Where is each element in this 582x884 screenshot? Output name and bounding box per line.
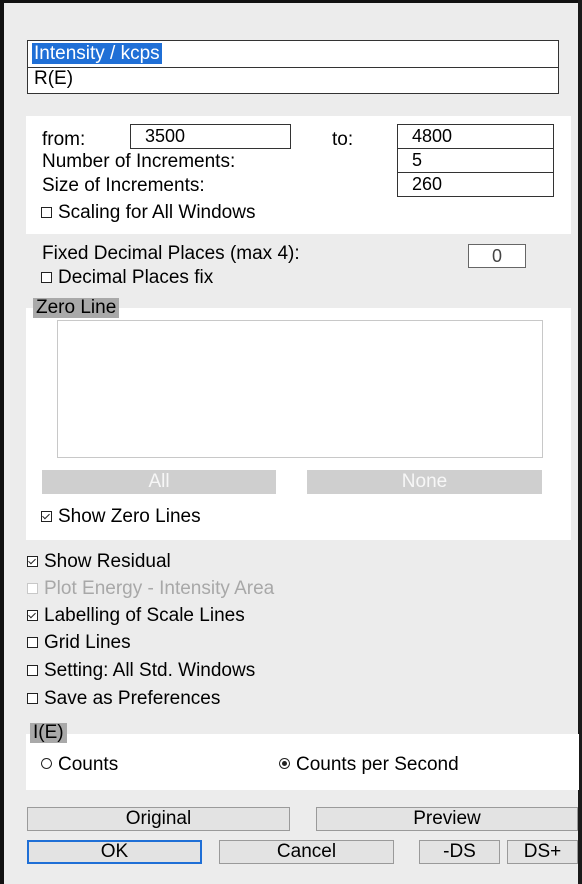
- zero-line-list[interactable]: [57, 320, 543, 458]
- checkbox-disabled-icon: [27, 583, 38, 594]
- axis-list[interactable]: Intensity / kcps R(E): [27, 40, 559, 94]
- checkbox-checked-icon: [27, 610, 38, 621]
- axis-list-divider: [28, 67, 558, 68]
- minus-ds-button[interactable]: -DS: [419, 840, 500, 864]
- labelling-checkbox[interactable]: Labelling of Scale Lines: [27, 605, 245, 627]
- original-button[interactable]: Original: [27, 807, 290, 831]
- all-std-windows-label: Setting: All Std. Windows: [44, 660, 256, 681]
- show-zero-lines-label: Show Zero Lines: [58, 506, 201, 527]
- grid-lines-checkbox[interactable]: Grid Lines: [27, 632, 131, 654]
- show-residual-label: Show Residual: [44, 551, 171, 572]
- radio-icon: [41, 758, 52, 769]
- cancel-button[interactable]: Cancel: [219, 840, 394, 864]
- increments-field[interactable]: 5: [397, 148, 554, 173]
- checkbox-icon: [27, 637, 38, 648]
- radio-selected-icon: [279, 758, 290, 769]
- checkbox-icon: [41, 272, 52, 283]
- cps-label: Counts per Second: [296, 754, 459, 775]
- window-left-edge: [0, 0, 4, 884]
- window-top-edge: [0, 0, 582, 3]
- checkbox-checked-icon: [27, 556, 38, 567]
- checkbox-checked-icon: [41, 511, 52, 522]
- checkbox-icon: [27, 665, 38, 676]
- size-label: Size of Increments:: [42, 175, 205, 196]
- grid-lines-label: Grid Lines: [44, 632, 131, 653]
- axis-list-item-intensity[interactable]: Intensity / kcps: [32, 43, 162, 65]
- decimal-fix-checkbox[interactable]: Decimal Places fix: [41, 267, 213, 289]
- zero-line-title: Zero Line: [33, 298, 120, 318]
- axis-list-item-label: Intensity / kcps: [32, 43, 162, 64]
- fixed-decimals-label: Fixed Decimal Places (max 4):: [42, 243, 300, 264]
- from-field[interactable]: 3500: [130, 124, 291, 149]
- preview-button[interactable]: Preview: [316, 807, 578, 831]
- save-preferences-checkbox[interactable]: Save as Preferences: [27, 688, 220, 710]
- cps-radio[interactable]: Counts per Second: [279, 754, 459, 776]
- ok-button[interactable]: OK: [27, 840, 202, 864]
- checkbox-icon: [27, 693, 38, 704]
- from-label: from:: [42, 129, 86, 150]
- checkbox-icon: [41, 207, 52, 218]
- save-preferences-label: Save as Preferences: [44, 688, 221, 709]
- show-residual-checkbox[interactable]: Show Residual: [27, 551, 171, 573]
- decimal-fix-label: Decimal Places fix: [58, 267, 214, 288]
- plot-energy-label: Plot Energy - Intensity Area: [44, 578, 275, 599]
- size-field[interactable]: 260: [397, 172, 554, 197]
- counts-radio[interactable]: Counts: [41, 754, 118, 776]
- counts-label: Counts: [58, 754, 119, 775]
- none-button[interactable]: None: [307, 470, 542, 494]
- to-field[interactable]: 4800: [397, 124, 554, 149]
- axis-list-item-re[interactable]: R(E): [34, 68, 73, 90]
- scaling-all-checkbox[interactable]: Scaling for All Windows: [41, 202, 255, 224]
- all-std-windows-checkbox[interactable]: Setting: All Std. Windows: [27, 660, 255, 682]
- all-button[interactable]: All: [42, 470, 276, 494]
- increments-label: Number of Increments:: [42, 151, 236, 172]
- ie-title: I(E): [30, 723, 67, 743]
- plot-energy-checkbox[interactable]: Plot Energy - Intensity Area: [27, 578, 274, 600]
- axis-list-item-label: R(E): [34, 68, 74, 89]
- labelling-label: Labelling of Scale Lines: [44, 605, 245, 626]
- to-label: to:: [332, 129, 354, 150]
- scaling-all-label: Scaling for All Windows: [58, 202, 256, 223]
- fixed-decimals-field[interactable]: 0: [468, 244, 526, 268]
- show-zero-lines-checkbox[interactable]: Show Zero Lines: [41, 506, 201, 528]
- plus-ds-button[interactable]: DS+: [507, 840, 578, 864]
